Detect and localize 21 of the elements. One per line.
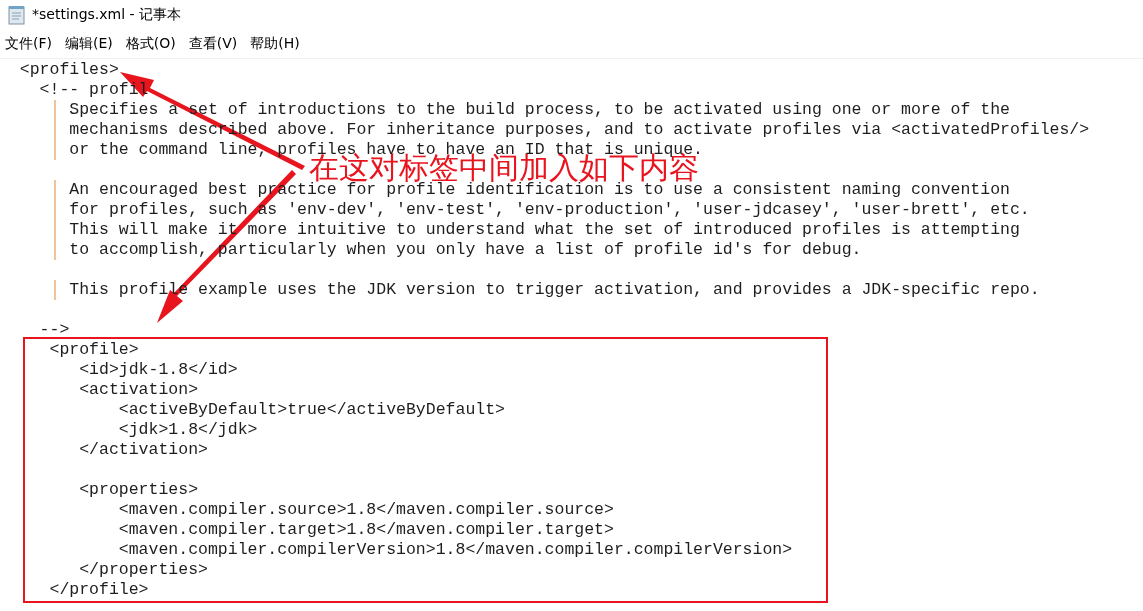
code-line: </profile>: [48, 580, 149, 600]
menu-item[interactable]: 格式(O): [125, 35, 176, 53]
code-line: <jdk>1.8</jdk>: [117, 420, 258, 440]
menu-item[interactable]: 文件(F): [5, 35, 52, 53]
code-line: -->: [38, 320, 70, 340]
menu-item[interactable]: 查看(V): [188, 35, 238, 53]
code-line: <maven.compiler.source>1.8</maven.compiler.source>: [117, 500, 614, 520]
code-line: <profiles>: [18, 60, 119, 80]
code-line: <activation>: [78, 380, 199, 400]
code-line: <properties>: [78, 480, 199, 500]
menu-item[interactable]: 编辑(E): [65, 35, 113, 53]
code-line: <maven.compiler.target>1.8</maven.compiler.target>: [117, 520, 614, 540]
code-line: <maven.compiler.compilerVersion>1.8</maven.compiler.compilerVersion>: [117, 540, 793, 560]
code-line: <activeByDefault>true</activeByDefault>: [117, 400, 505, 420]
menu-item[interactable]: 帮助(H): [250, 35, 300, 53]
code-line: <profile>: [48, 340, 139, 360]
window-title: *settings.xml - 记事本: [32, 6, 182, 24]
code-line: </activation>: [78, 440, 208, 460]
code-line: <id>jdk-1.8</id>: [78, 360, 238, 380]
code-line: </properties>: [78, 560, 208, 580]
notepad-icon: [8, 5, 26, 25]
